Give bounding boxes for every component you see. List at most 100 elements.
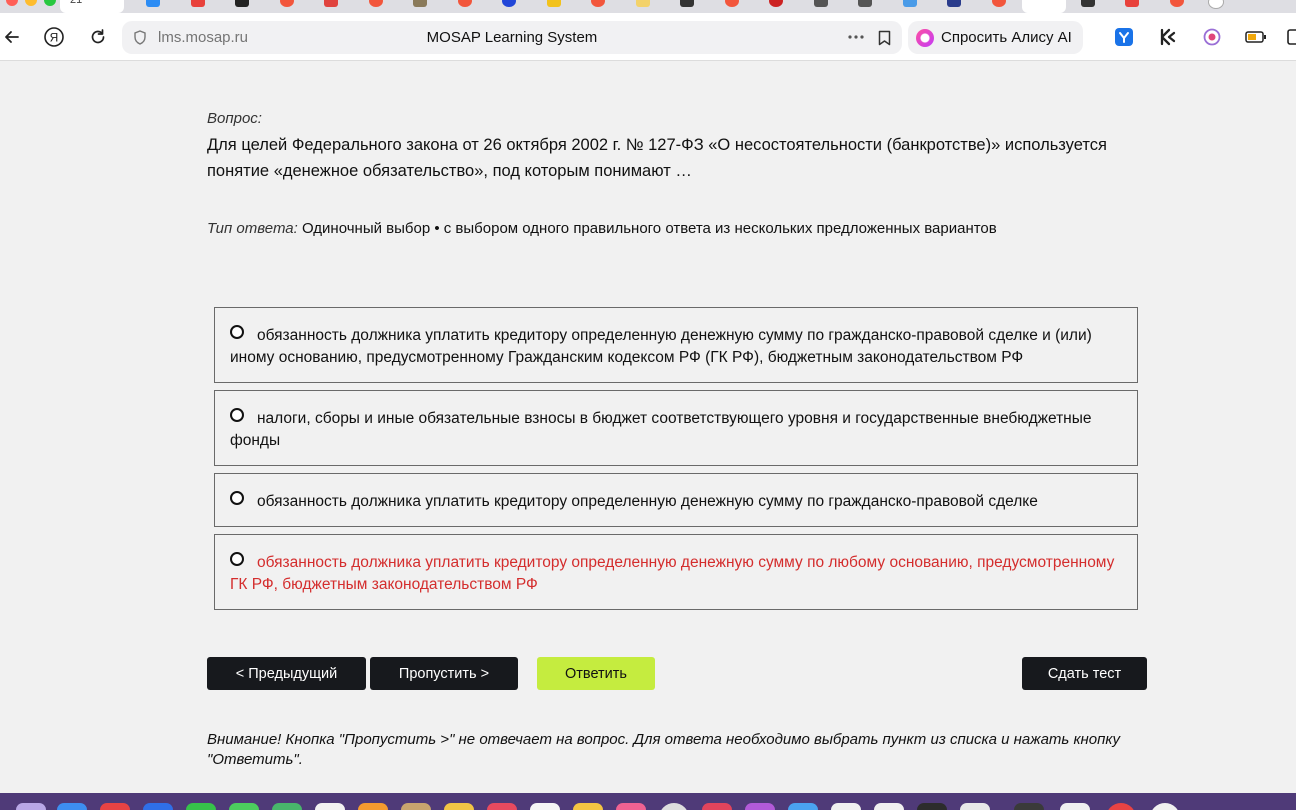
yandex-icon: Я: [44, 27, 64, 47]
app-icon[interactable]: [1150, 803, 1180, 810]
arrow-left-icon: [5, 31, 19, 43]
tab-favicon[interactable]: [725, 0, 739, 7]
tab-favicon[interactable]: [235, 0, 249, 7]
browser-toolbar: Я lms.mosap.ru MOSAP Learning System Спр…: [0, 13, 1296, 61]
app-icon[interactable]: [745, 803, 775, 810]
tab-favicon[interactable]: [413, 0, 427, 7]
k-extension-button[interactable]: [1156, 25, 1180, 49]
tab-favicon[interactable]: [903, 0, 917, 7]
answer-option-3[interactable]: обязанность должника уплатить кредитору …: [214, 473, 1138, 527]
app-icon[interactable]: [57, 803, 87, 810]
answer-option-text: обязанность должника уплатить кредитору …: [230, 554, 1115, 593]
finder-icon[interactable]: [16, 803, 46, 810]
app-icon[interactable]: [917, 803, 947, 810]
notes-icon[interactable]: [444, 803, 474, 810]
more-icon[interactable]: [848, 35, 864, 39]
app-icon[interactable]: [960, 803, 990, 810]
app-icon[interactable]: [100, 803, 130, 810]
reload-button[interactable]: [86, 25, 110, 49]
app-icon[interactable]: [788, 803, 818, 810]
app-icon[interactable]: [487, 803, 517, 810]
app-icon[interactable]: [530, 803, 560, 810]
answer-option-4[interactable]: обязанность должника уплатить кредитору …: [214, 534, 1138, 610]
radio-button[interactable]: [230, 325, 244, 339]
answer-option-text: обязанность должника уплатить кредитору …: [230, 327, 1092, 366]
tab-favicon[interactable]: [324, 0, 338, 7]
answer-option-2[interactable]: налоги, сборы и иные обязательные взносы…: [214, 390, 1138, 466]
tab-favicon[interactable]: [1170, 0, 1184, 7]
radio-button[interactable]: [230, 552, 244, 566]
minimize-window-icon[interactable]: [25, 0, 37, 6]
tab-favicon[interactable]: [1125, 0, 1139, 7]
tab-favicon[interactable]: [547, 0, 561, 7]
yandex-u-icon: [1115, 28, 1133, 46]
close-window-icon[interactable]: [6, 0, 18, 6]
app-icon[interactable]: [874, 803, 904, 810]
skip-button[interactable]: Пропустить >: [370, 657, 518, 690]
page-title: MOSAP Learning System: [426, 29, 598, 46]
app-icon[interactable]: [1014, 803, 1044, 810]
reload-icon: [91, 29, 105, 44]
tab-count-label: 21: [70, 0, 83, 6]
tab-favicon[interactable]: [1081, 0, 1095, 7]
radio-button[interactable]: [230, 491, 244, 505]
app-icon[interactable]: [143, 803, 173, 810]
tab-favicon[interactable]: [680, 0, 694, 7]
address-bar[interactable]: lms.mosap.ru MOSAP Learning System: [122, 21, 902, 54]
tab-favicon[interactable]: [280, 0, 294, 7]
tab-favicon[interactable]: [636, 0, 650, 7]
app-icon[interactable]: [401, 803, 431, 810]
tab-favicon[interactable]: [146, 0, 160, 7]
battery-extension-button[interactable]: [1244, 25, 1268, 49]
answer-option-text: налоги, сборы и иные обязательные взносы…: [230, 410, 1092, 449]
zoom-window-icon[interactable]: [44, 0, 56, 6]
tab-favicon[interactable]: [458, 0, 472, 7]
battery-icon: [1245, 31, 1266, 43]
tab-favicon[interactable]: [992, 0, 1006, 7]
submit-test-button[interactable]: Сдать тест: [1022, 657, 1147, 690]
app-icon[interactable]: [831, 803, 861, 810]
app-icon[interactable]: [702, 803, 732, 810]
new-tab-icon[interactable]: [1208, 0, 1224, 9]
colorful-extension-button[interactable]: [1200, 25, 1224, 49]
tab-favicon[interactable]: [769, 0, 783, 7]
photos-icon[interactable]: [315, 803, 345, 810]
svg-text:Я: Я: [50, 31, 59, 45]
tab-active-bookmark[interactable]: [1022, 0, 1066, 13]
tab-active[interactable]: 21: [60, 0, 124, 13]
facetime-icon[interactable]: [229, 803, 259, 810]
bookmark-icon[interactable]: [878, 30, 891, 46]
k-extension-icon: [1160, 28, 1176, 46]
app-icon[interactable]: [272, 803, 302, 810]
app-icon[interactable]: [659, 803, 689, 810]
question-text: Для целей Федерального закона от 26 октя…: [207, 136, 1107, 180]
tab-favicon[interactable]: [858, 0, 872, 7]
messages-icon[interactable]: [186, 803, 216, 810]
skip-warning-notice: Внимание! Кнопка "Пропустить >" не отвеч…: [207, 731, 1120, 768]
answer-option-1[interactable]: обязанность должника уплатить кредитору …: [214, 307, 1138, 383]
ask-alice-button[interactable]: Спросить Алису AI: [908, 21, 1083, 54]
app-icon[interactable]: [573, 803, 603, 810]
tab-favicon[interactable]: [814, 0, 828, 7]
yandex-home-button[interactable]: Я: [42, 25, 66, 49]
tab-favicon[interactable]: [369, 0, 383, 7]
ask-alice-label: Спросить Алису AI: [941, 29, 1072, 46]
answer-button[interactable]: Ответить: [537, 657, 655, 690]
app-icon[interactable]: [358, 803, 388, 810]
answer-type-value: Одиночный выбор • с выбором одного прави…: [301, 220, 997, 237]
app-icon[interactable]: [1060, 803, 1090, 810]
extension-badge-icon: [1203, 28, 1221, 46]
tab-favicon[interactable]: [191, 0, 205, 7]
extensions-menu-button[interactable]: [1282, 25, 1296, 49]
back-button[interactable]: [0, 25, 24, 49]
app-icon[interactable]: [616, 803, 646, 810]
tab-favicon[interactable]: [947, 0, 961, 7]
tab-favicon[interactable]: [591, 0, 605, 7]
tab-favicon[interactable]: [502, 0, 516, 7]
test-page: Вопрос: Для целей Федерального закона от…: [0, 61, 1296, 793]
answer-option-text: обязанность должника уплатить кредитору …: [257, 493, 1038, 510]
app-icon[interactable]: [1106, 803, 1136, 810]
radio-button[interactable]: [230, 408, 244, 422]
yandex-extension-button[interactable]: [1112, 25, 1136, 49]
previous-button[interactable]: < Предыдущий: [207, 657, 366, 690]
